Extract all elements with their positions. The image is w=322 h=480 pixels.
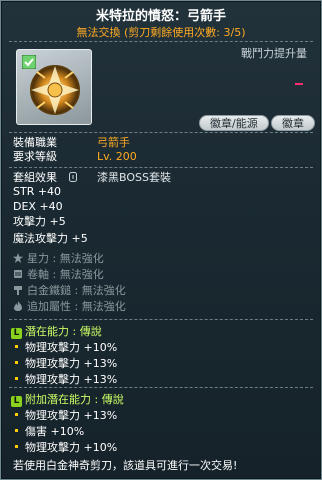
required-job-row: 裝備職業 弓箭手 — [13, 136, 130, 150]
scroll-row: 卷軸 : 無法強化 — [13, 268, 104, 282]
potential-title: 潛在能力 : 傳說 — [25, 325, 102, 338]
stat-dex: DEX +40 — [13, 200, 63, 213]
additional-potential-line-text: 傷害 +10% — [25, 425, 85, 438]
additional-potential-line-text: 物理攻擊力 +10% — [25, 441, 118, 454]
arcane-bow-emblem-icon — [30, 65, 80, 115]
star-icon — [13, 253, 23, 263]
legendary-grade-badge: L — [11, 328, 22, 339]
platinum-hammer-row: 白金鐵鎚 : 無法強化 — [13, 284, 126, 298]
set-link-icon — [68, 172, 77, 182]
stat-attack: 攻擊力 +5 — [13, 215, 66, 228]
stat-magic-attack: 魔法攻擊力 +5 — [13, 232, 88, 245]
legendary-grade-badge: L — [11, 396, 22, 407]
required-level-value: Lv. 200 — [97, 150, 137, 163]
starforce-text: 星力 : 無法強化 — [27, 252, 104, 265]
bullet — [15, 345, 18, 348]
bullet — [15, 429, 18, 432]
flame-icon — [14, 301, 22, 311]
additional-potential-line: 物理攻擊力 +10% — [15, 439, 117, 455]
divider — [9, 319, 313, 320]
additional-potential-header: L 附加潛在能力 : 傳說 — [11, 391, 124, 407]
hammer-icon — [14, 286, 22, 295]
bullet — [15, 413, 18, 416]
starforce-row: 星力 : 無法強化 — [13, 252, 104, 266]
additional-potential-line-text: 物理攻擊力 +13% — [25, 409, 118, 422]
additional-potential-line: 物理攻擊力 +13% — [15, 407, 117, 423]
required-level-label: 要求等級 — [13, 150, 57, 163]
item-icon-frame — [16, 49, 92, 125]
bonus-stat-row: 追加屬性 : 無法強化 — [13, 300, 126, 314]
potential-line: 物理攻擊力 +10% — [15, 339, 117, 355]
platinum-hammer-text: 白金鐵鎚 : 無法強化 — [27, 284, 126, 297]
bullet — [15, 445, 18, 448]
potential-line-text: 物理攻擊力 +13% — [25, 373, 118, 386]
stat-str: STR +40 — [13, 185, 62, 198]
set-name: 漆黑BOSS套裝 — [97, 171, 171, 184]
divider — [9, 387, 313, 388]
bonus-stat-text: 追加屬性 : 無法強化 — [27, 300, 126, 313]
item-tooltip: 米特拉的憤怒：弓箭手 無法交換 (剪刀剩餘使用次數: 3/5) 戰鬥力提升量 徽… — [0, 0, 322, 480]
item-name: 米特拉的憤怒：弓箭手 — [95, 9, 226, 24]
set-effect-row: 套組效果 漆黑BOSS套裝 — [13, 171, 171, 185]
additional-potential-title: 附加潛在能力 : 傳說 — [25, 393, 124, 406]
divider — [9, 41, 313, 42]
emblem-button[interactable]: 徽章 — [271, 115, 315, 131]
required-job-label: 裝備職業 — [13, 136, 57, 149]
bullet — [15, 361, 18, 364]
potential-line-text: 物理攻擊力 +10% — [25, 341, 118, 354]
scissors-trade-note: 若使用白金神奇剪刀，該道具可進行一次交易! — [13, 459, 238, 472]
potential-header: L 潛在能力 : 傳說 — [11, 323, 102, 339]
potential-line-text: 物理攻擊力 +13% — [25, 357, 118, 370]
divider — [9, 132, 313, 133]
trade-status: 無法交換 (剪刀剩餘使用次數: 3/5) — [76, 26, 246, 39]
required-job-value: 弓箭手 — [97, 136, 130, 149]
potential-line: 物理攻擊力 +13% — [15, 355, 117, 371]
set-effect-label: 套組效果 — [13, 171, 57, 184]
emblem-source-button[interactable]: 徽章/能源 — [199, 115, 269, 131]
combat-power-increase-label: 戰鬥力提升量 — [241, 47, 307, 60]
additional-potential-line: 傷害 +10% — [15, 423, 84, 439]
combat-power-indicator — [295, 83, 303, 85]
scroll-icon — [14, 270, 22, 278]
required-level-row: 要求等級 Lv. 200 — [13, 150, 137, 164]
divider — [9, 167, 313, 168]
potential-line: 物理攻擊力 +13% — [15, 371, 117, 387]
scroll-text: 卷軸 : 無法強化 — [27, 268, 104, 281]
bullet — [15, 377, 18, 380]
